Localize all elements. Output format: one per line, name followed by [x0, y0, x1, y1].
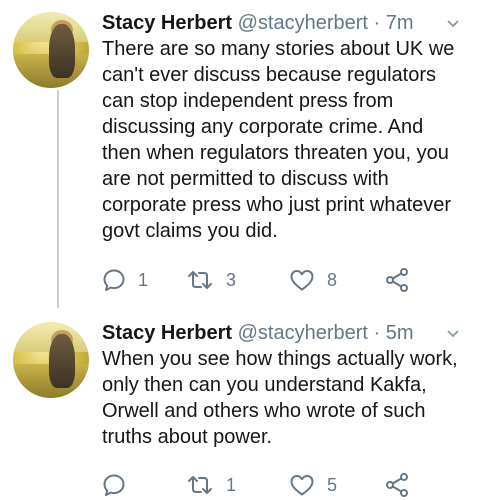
reply-button[interactable]: 1: [102, 265, 148, 295]
separator-dot: ·: [373, 322, 381, 344]
avatar[interactable]: [13, 12, 89, 88]
avatar[interactable]: [13, 322, 89, 398]
reply-icon: [103, 474, 125, 496]
retweet-count: 3: [226, 269, 237, 290]
share-button[interactable]: [384, 470, 410, 500]
author-handle[interactable]: @stacyherbert: [238, 322, 368, 344]
thread-connector-line: [57, 90, 59, 308]
reply-icon: [103, 269, 125, 291]
action-bar: 1 3 8: [102, 265, 462, 295]
reply-button[interactable]: [102, 470, 138, 500]
timestamp[interactable]: 5m: [386, 322, 414, 344]
author-name[interactable]: Stacy Herbert: [102, 322, 232, 344]
share-icon: [386, 268, 408, 292]
tweet-header: Stacy Herbert @stacyherbert · 7m: [102, 10, 414, 36]
share-button[interactable]: [384, 265, 410, 295]
like-count: 8: [327, 269, 338, 290]
like-button[interactable]: 5: [289, 470, 337, 500]
chevron-down-icon[interactable]: [447, 328, 459, 340]
tweet-text: When you see how things actually work, o…: [102, 348, 458, 448]
like-count: 5: [327, 474, 338, 495]
heart-icon: [290, 270, 314, 291]
retweet-icon: [188, 271, 212, 289]
tweet-text: There are so many stories about UK we ca…: [102, 38, 455, 242]
retweet-button[interactable]: 1: [186, 470, 236, 500]
retweet-count: 1: [226, 474, 237, 495]
retweet-icon: [188, 476, 212, 494]
like-button[interactable]: 8: [289, 265, 337, 295]
share-icon: [386, 473, 408, 497]
reply-count: 1: [138, 269, 149, 290]
author-name[interactable]: Stacy Herbert: [102, 12, 232, 34]
heart-icon: [290, 475, 314, 496]
retweet-button[interactable]: 3: [186, 265, 236, 295]
chevron-down-icon[interactable]: [447, 18, 459, 30]
author-handle[interactable]: @stacyherbert: [238, 12, 368, 34]
tweet-header: Stacy Herbert @stacyherbert · 5m: [102, 320, 414, 346]
action-bar: 1 5: [102, 470, 462, 500]
separator-dot: ·: [373, 12, 381, 34]
timestamp[interactable]: 7m: [386, 12, 414, 34]
